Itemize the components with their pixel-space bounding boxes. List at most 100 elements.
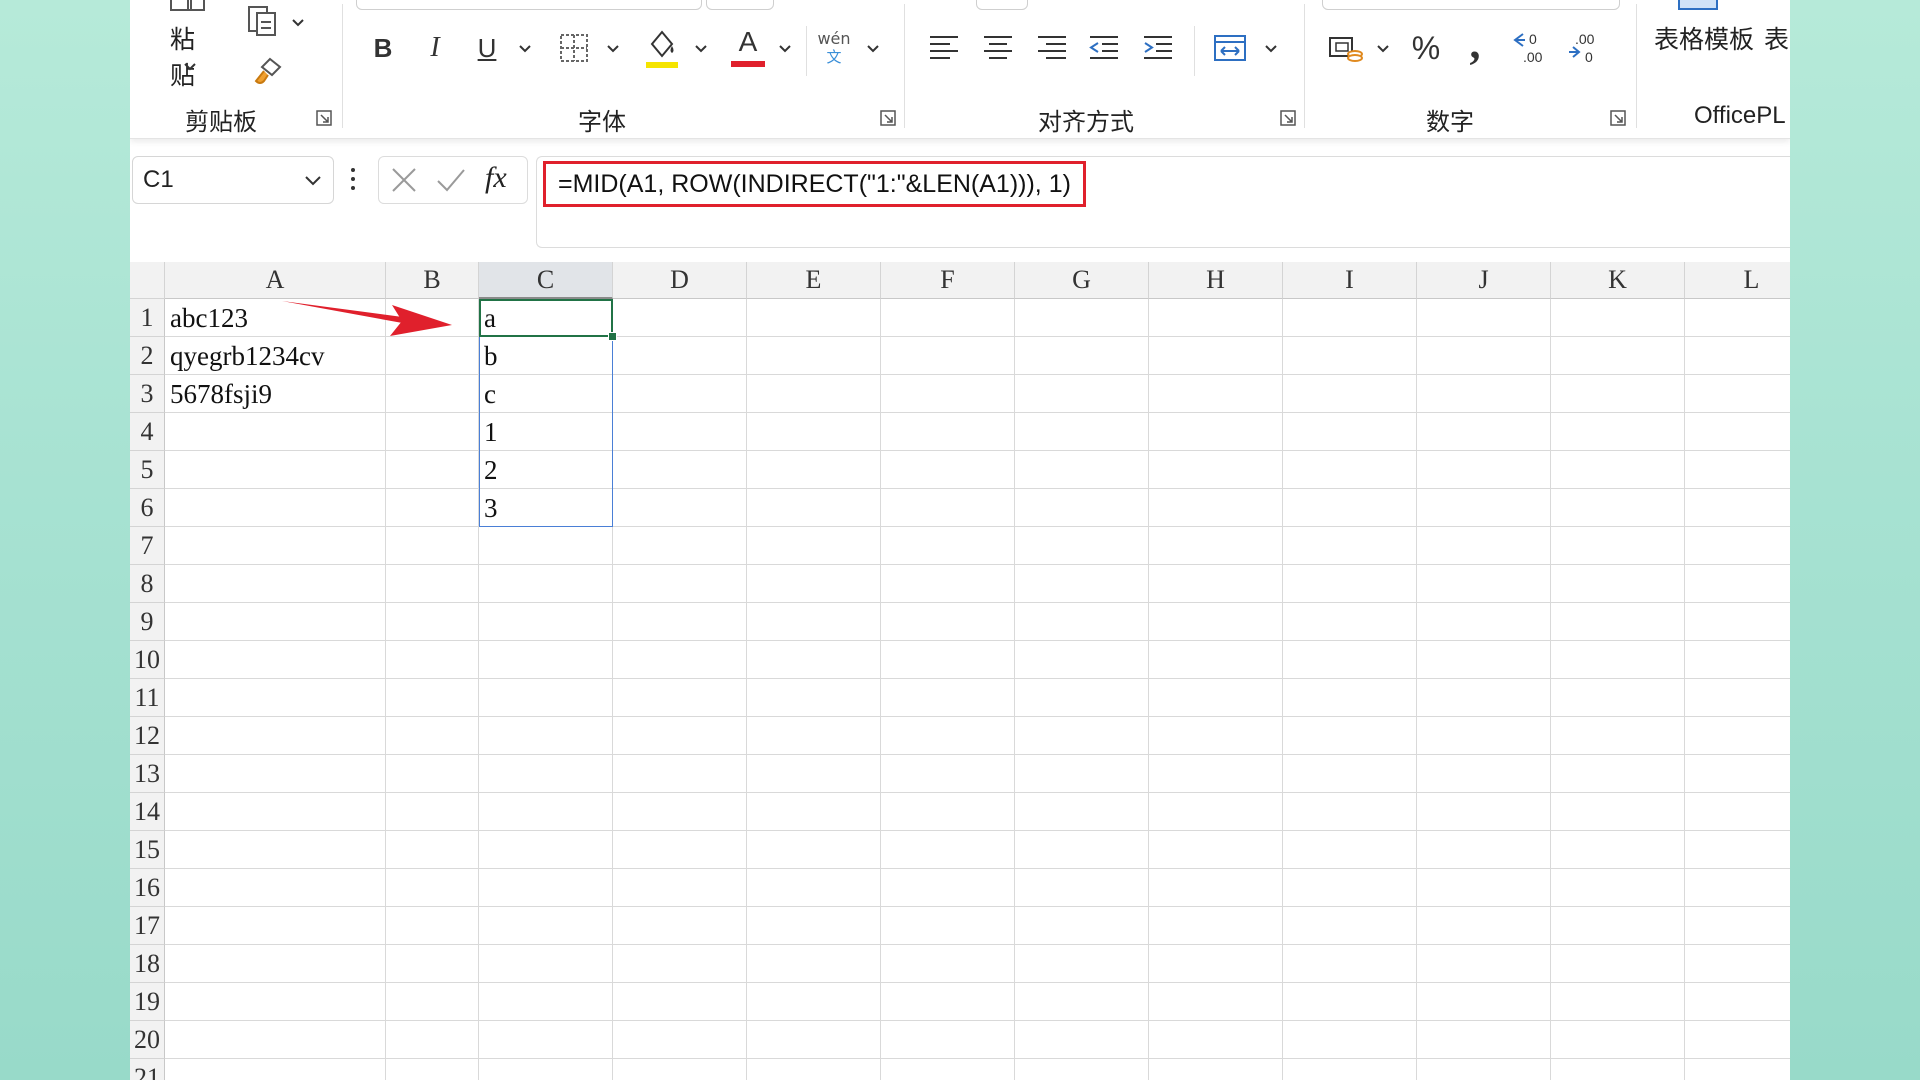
decrease-decimal-button[interactable]: .00 0	[1564, 28, 1604, 68]
fill-handle[interactable]	[608, 332, 617, 341]
formula-controls: fx	[378, 156, 528, 204]
column-header-i[interactable]: I	[1283, 262, 1417, 299]
number-format-dropdown[interactable]	[1322, 0, 1620, 10]
chevron-down-icon[interactable]	[303, 174, 323, 188]
row-header-18[interactable]: 18	[130, 945, 165, 983]
column-header-a[interactable]: A	[165, 262, 386, 299]
dialog-launcher-icon[interactable]	[316, 110, 332, 126]
align-center-icon	[984, 36, 1012, 59]
copy-button[interactable]	[246, 4, 306, 40]
confirm-icon[interactable]	[435, 165, 467, 195]
chevron-down-icon[interactable]	[866, 44, 880, 54]
row-header-11[interactable]: 11	[130, 679, 165, 717]
align-right-icon	[1038, 36, 1066, 59]
border-button[interactable]	[554, 30, 594, 66]
underline-button[interactable]: U	[470, 30, 504, 66]
worksheet-grid[interactable]: ABCDEFGHIJKL 1 2 3 4 5 6 7 8 9 10 11 12 13 14 15 16 17 18…	[130, 262, 1790, 1080]
italic-button[interactable]: I	[418, 30, 452, 66]
percent-button[interactable]: %	[1406, 28, 1446, 68]
column-header-b[interactable]: B	[386, 262, 479, 299]
bold-button[interactable]: B	[366, 30, 400, 66]
align-center-button[interactable]	[978, 30, 1018, 66]
column-header-h[interactable]: H	[1149, 262, 1283, 299]
row-header-3[interactable]: 3	[130, 375, 165, 413]
gridline-horizontal	[165, 412, 1790, 413]
alignment-top-control[interactable]	[976, 0, 1028, 10]
dialog-launcher-icon[interactable]	[1610, 110, 1626, 126]
row-header-15[interactable]: 15	[130, 831, 165, 869]
row-header-13[interactable]: 13	[130, 755, 165, 793]
row-header-9[interactable]: 9	[130, 603, 165, 641]
font-color-letter: A	[738, 26, 758, 57]
chevron-down-icon[interactable]	[694, 44, 708, 54]
column-header-l[interactable]: L	[1685, 262, 1790, 299]
row-header-21[interactable]: 21	[130, 1059, 165, 1080]
increase-decimal-icon: 0.00	[1513, 31, 1543, 65]
row-header-16[interactable]: 16	[130, 869, 165, 907]
formula-input[interactable]: =MID(A1, ROW(INDIRECT("1:"&LEN(A1))), 1)	[536, 156, 1790, 248]
increase-decimal-button[interactable]: 0.00	[1510, 28, 1550, 68]
annotation-arrow	[282, 301, 452, 336]
row-header-4[interactable]: 4	[130, 413, 165, 451]
select-all-corner[interactable]	[130, 262, 165, 299]
cell-a2[interactable]: qyegrb1234cv	[165, 337, 386, 375]
column-header-k[interactable]: K	[1551, 262, 1685, 299]
more-options-icon[interactable]	[348, 166, 358, 194]
chevron-down-icon[interactable]	[606, 44, 620, 54]
merge-center-button[interactable]	[1208, 28, 1252, 68]
table-style-button[interactable]: 表	[1764, 20, 1789, 56]
row-header-7[interactable]: 7	[130, 527, 165, 565]
svg-text:0: 0	[1529, 31, 1537, 47]
group-separator	[1194, 26, 1195, 76]
row-header-8[interactable]: 8	[130, 565, 165, 603]
align-right-button[interactable]	[1032, 30, 1072, 66]
number-group-label: 数字	[1426, 108, 1474, 136]
align-left-button[interactable]	[924, 30, 964, 66]
group-separator	[1636, 4, 1637, 128]
row-header-17[interactable]: 17	[130, 907, 165, 945]
column-header-j[interactable]: J	[1417, 262, 1551, 299]
font-color-button[interactable]: A	[726, 24, 770, 70]
row-header-1[interactable]: 1	[130, 299, 165, 337]
font-size-dropdown[interactable]	[706, 0, 774, 10]
cancel-icon[interactable]	[389, 165, 419, 195]
chevron-down-icon[interactable]	[1376, 44, 1390, 54]
arrow-shaft	[282, 301, 410, 324]
dialog-launcher-icon[interactable]	[880, 110, 896, 126]
comma-style-button[interactable]: ,	[1460, 18, 1490, 68]
row-header-19[interactable]: 19	[130, 983, 165, 1021]
dialog-launcher-icon[interactable]	[1280, 110, 1296, 126]
table-templates-button[interactable]: 表格模板	[1654, 20, 1754, 56]
column-header-c[interactable]: C	[479, 262, 613, 299]
gridline-horizontal	[165, 944, 1790, 945]
row-header-14[interactable]: 14	[130, 793, 165, 831]
column-header-g[interactable]: G	[1015, 262, 1149, 299]
gridline-vertical	[1550, 299, 1551, 1080]
row-header-12[interactable]: 12	[130, 717, 165, 755]
row-header-20[interactable]: 20	[130, 1021, 165, 1059]
column-header-e[interactable]: E	[747, 262, 881, 299]
format-painter-button[interactable]	[248, 54, 288, 90]
chevron-down-icon[interactable]	[778, 44, 792, 54]
font-name-dropdown[interactable]	[356, 0, 702, 10]
paste-button[interactable]: 粘贴	[158, 0, 218, 90]
row-header-5[interactable]: 5	[130, 451, 165, 489]
chevron-down-icon[interactable]	[1264, 44, 1278, 54]
insert-function-button[interactable]: fx	[485, 161, 507, 195]
chevron-down-icon[interactable]	[518, 44, 532, 54]
increase-indent-button[interactable]	[1138, 30, 1178, 66]
fill-color-button[interactable]	[642, 26, 682, 70]
row-header-2[interactable]: 2	[130, 337, 165, 375]
row-header-6[interactable]: 6	[130, 489, 165, 527]
cell-a3[interactable]: 5678fsji9	[165, 375, 386, 413]
phonetic-guide-button[interactable]: wén 文	[814, 28, 854, 68]
currency-format-button[interactable]	[1326, 30, 1366, 66]
column-header-d[interactable]: D	[613, 262, 747, 299]
decrease-indent-button[interactable]	[1084, 30, 1124, 66]
gridline-horizontal	[165, 868, 1790, 869]
name-box[interactable]: C1	[132, 156, 334, 204]
column-header-f[interactable]: F	[881, 262, 1015, 299]
gridline-horizontal	[165, 526, 1790, 527]
gridline-horizontal	[165, 982, 1790, 983]
row-header-10[interactable]: 10	[130, 641, 165, 679]
